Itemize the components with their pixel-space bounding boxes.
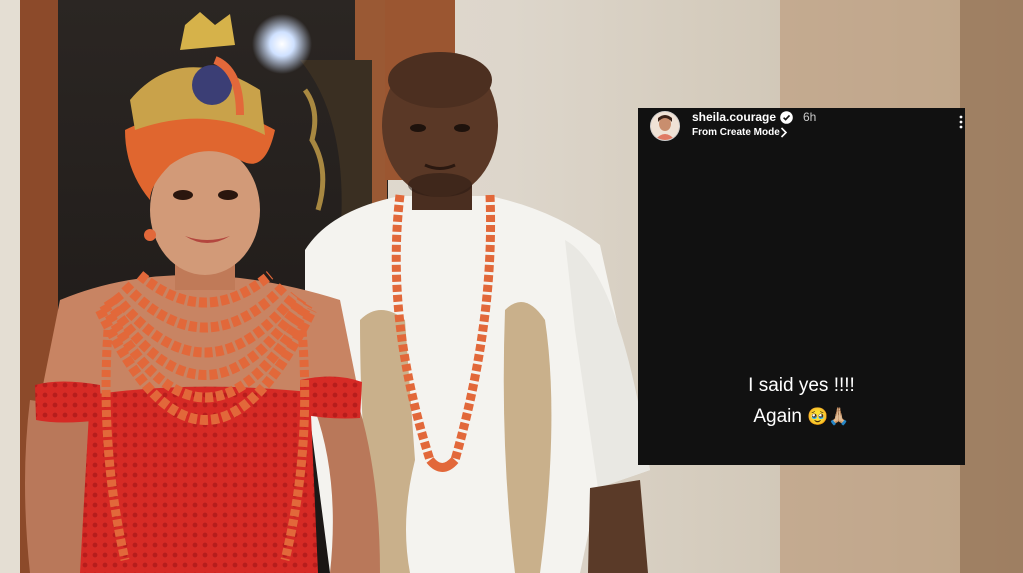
story-caption-line-2: Again 🥹🙏🏼 xyxy=(638,401,965,433)
verified-badge-icon xyxy=(780,111,793,124)
story-subtitle[interactable]: From Create Mode xyxy=(692,127,780,138)
chevron-right-icon[interactable] xyxy=(779,126,789,139)
instagram-story-card: sheila.courage 6h From Create Mode I sai… xyxy=(638,108,965,465)
avatar[interactable] xyxy=(650,111,680,141)
more-options-icon[interactable] xyxy=(958,114,965,132)
story-caption: I said yes !!!! Again 🥹🙏🏼 xyxy=(638,370,965,433)
story-time: 6h xyxy=(803,110,817,124)
emoji-sticker: 🥹🙏🏼 xyxy=(807,407,850,427)
story-header: sheila.courage 6h From Create Mode xyxy=(638,108,965,150)
story-username[interactable]: sheila.courage xyxy=(692,110,776,124)
story-caption-line-1: I said yes !!!! xyxy=(748,375,855,396)
story-caption-word: Again xyxy=(753,406,802,427)
